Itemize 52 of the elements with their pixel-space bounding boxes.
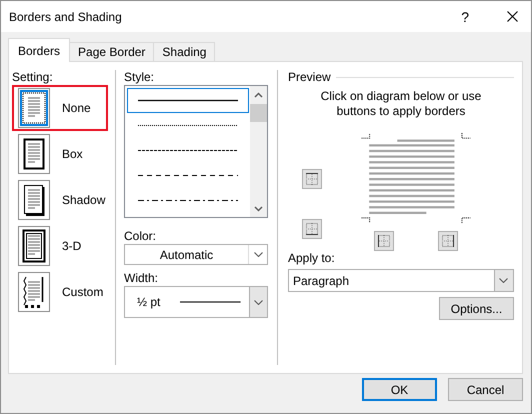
line-sample-icon xyxy=(180,301,241,303)
close-icon[interactable] xyxy=(507,11,518,22)
options-button[interactable]: Options... xyxy=(438,297,514,320)
caret-icon xyxy=(254,252,262,257)
window-title: Borders and Shading xyxy=(9,10,123,24)
line-style-list[interactable] xyxy=(124,85,268,218)
width-dropdown[interactable]: ½ pt xyxy=(124,286,268,318)
line-style-option[interactable] xyxy=(127,88,249,113)
apply-to-dropdown[interactable]: Paragraph xyxy=(288,269,514,292)
top-border-button[interactable] xyxy=(302,169,322,189)
border-custom-icon xyxy=(18,272,50,312)
bottom-border-button[interactable] xyxy=(302,219,322,239)
bottom-border-icon xyxy=(306,223,318,235)
scrollbar[interactable] xyxy=(250,86,267,217)
scroll-down-icon[interactable] xyxy=(254,206,263,212)
border-shadow-icon xyxy=(18,180,50,220)
style-label: Style: xyxy=(124,70,154,84)
line-style-icon xyxy=(138,174,238,177)
left-border-icon xyxy=(378,235,390,247)
line-style-icon xyxy=(138,149,238,152)
border-none-icon xyxy=(18,88,50,128)
tab[interactable]: Borders xyxy=(8,38,70,62)
color-dropdown[interactable]: Automatic xyxy=(124,244,268,265)
top-border-icon xyxy=(306,173,318,185)
dialog-button[interactable]: OK xyxy=(362,378,437,401)
dialog-button[interactable]: Cancel xyxy=(448,378,523,401)
scroll-up-icon[interactable] xyxy=(254,92,263,98)
tab[interactable]: Page Border xyxy=(69,42,154,61)
line-style-icon xyxy=(138,199,238,202)
caret-icon xyxy=(499,278,508,283)
setting-label: Setting: xyxy=(12,70,53,84)
preview-instructions: Click on diagram below or use buttons to apply borders xyxy=(320,88,482,119)
border-box-icon xyxy=(18,134,50,174)
setting-option[interactable]: Shadow xyxy=(12,177,108,223)
left-border-button[interactable] xyxy=(374,231,394,251)
setting-option[interactable]: Custom xyxy=(12,269,108,315)
setting-option[interactable]: None xyxy=(12,85,108,131)
right-border-icon xyxy=(442,235,454,247)
line-style-icon xyxy=(138,99,238,102)
right-border-button[interactable] xyxy=(438,231,458,251)
border-three-d-icon xyxy=(18,226,50,266)
line-style-icon xyxy=(138,124,238,127)
width-label: Width: xyxy=(124,271,158,285)
setting-option[interactable]: Box xyxy=(12,131,108,177)
scroll-thumb[interactable] xyxy=(250,104,267,122)
help-button[interactable]: ? xyxy=(461,8,469,24)
setting-option[interactable]: 3-D xyxy=(12,223,108,269)
color-label: Color: xyxy=(124,229,156,243)
caret-icon xyxy=(254,300,263,304)
tab[interactable]: Shading xyxy=(153,42,216,61)
apply-to-label: Apply to: xyxy=(288,251,335,265)
preview-title: Preview xyxy=(288,70,331,84)
